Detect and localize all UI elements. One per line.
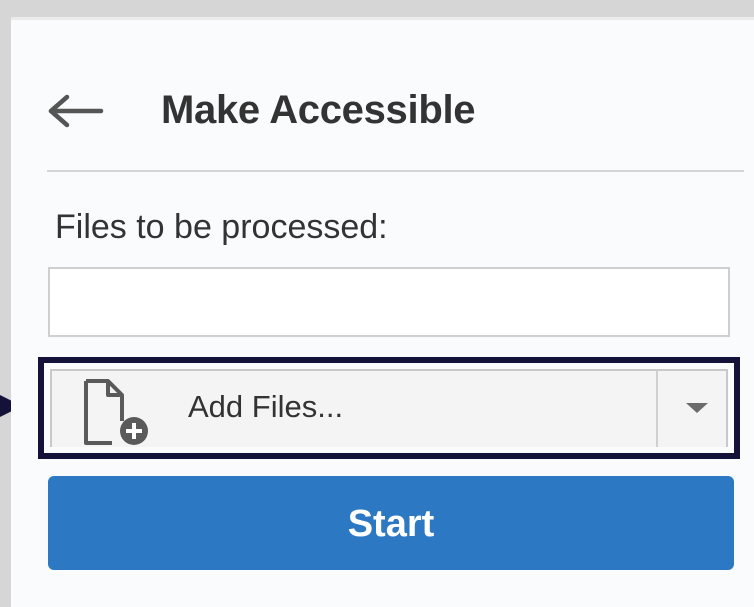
- add-files-highlight: Add Files...: [38, 357, 740, 459]
- add-file-icon: [84, 379, 148, 445]
- start-button[interactable]: Start: [48, 476, 734, 570]
- panel-title: Make Accessible: [161, 88, 476, 132]
- arrow-left-icon: [48, 94, 104, 128]
- make-accessible-panel: Make Accessible Files to be processed: A…: [11, 17, 754, 607]
- files-label: Files to be processed:: [55, 208, 388, 246]
- back-button[interactable]: [47, 94, 105, 128]
- caret-down-icon: [686, 403, 708, 413]
- panel-header: Make Accessible: [47, 80, 744, 172]
- add-files-label: Add Files...: [188, 389, 344, 424]
- files-list-field[interactable]: [48, 267, 730, 337]
- add-files-button[interactable]: Add Files...: [52, 371, 656, 447]
- add-files-dropdown-button[interactable]: [658, 371, 728, 447]
- add-files-split-button: Add Files...: [50, 369, 728, 447]
